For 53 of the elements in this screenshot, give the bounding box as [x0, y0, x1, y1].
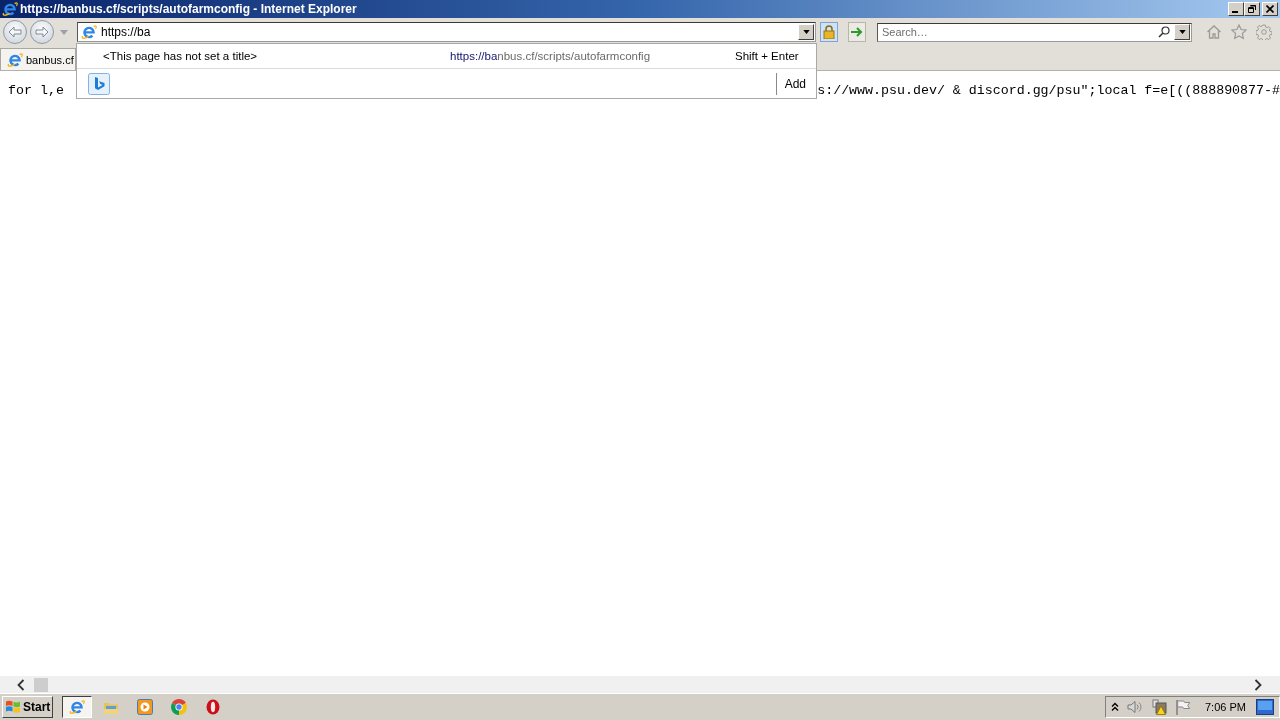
lock-button[interactable] — [820, 22, 838, 42]
address-bar[interactable]: https://ba — [77, 22, 816, 42]
restore-button[interactable] — [1244, 2, 1260, 16]
left-chevron-icon[interactable] — [17, 678, 25, 691]
padlock-icon — [823, 25, 835, 39]
home-icon[interactable] — [1206, 24, 1222, 40]
speaker-icon[interactable] — [1127, 699, 1143, 715]
caret-down-icon — [802, 30, 810, 34]
letter-e-icon — [81, 24, 97, 40]
scrollbar-thumb[interactable] — [34, 677, 48, 692]
start-button[interactable]: Start — [2, 696, 53, 718]
right-arrow-icon — [851, 27, 863, 37]
dropdown-button[interactable] — [798, 24, 814, 40]
letter-e-icon — [69, 699, 85, 715]
address-input[interactable]: https://ba — [97, 24, 798, 40]
flag-logo-icon — [5, 699, 21, 715]
circle-logo-icon — [171, 699, 187, 715]
letter-b-icon[interactable] — [88, 72, 110, 95]
taskbar-button[interactable] — [62, 696, 92, 718]
restore-icon — [1248, 5, 1256, 13]
right-chevron-icon[interactable] — [1254, 678, 1262, 691]
search-box[interactable]: Search… — [877, 22, 1192, 42]
caret-down-icon — [1178, 30, 1186, 34]
letter-o-icon — [205, 699, 221, 715]
code-text: s://www.psu.dev/ & discord.gg/psu";local f=e[((888890877-# — [817, 83, 1280, 99]
minimize-button[interactable] — [1228, 2, 1244, 16]
horizontal-scrollbar[interactable] — [0, 676, 1280, 693]
back-button[interactable] — [3, 20, 27, 44]
right-arrow-icon — [35, 26, 49, 38]
code-text: for l,e — [8, 83, 64, 99]
left-arrow-icon — [8, 26, 22, 38]
suggestion-title[interactable]: <This page has not set a title> — [103, 50, 450, 62]
shortcut-hint: Shift + Enter — [735, 50, 799, 62]
dropdown-button[interactable] — [1174, 24, 1190, 40]
monitor-icon[interactable] — [1255, 699, 1274, 715]
search-input[interactable]: Search… — [878, 24, 1158, 40]
letter-e-icon — [2, 1, 18, 17]
double-chevron-up-icon[interactable] — [1111, 702, 1119, 712]
close-icon — [1266, 5, 1274, 13]
clock[interactable]: 7:06 PM — [1205, 701, 1246, 713]
network-warning-icon[interactable] — [1151, 699, 1167, 715]
flag-icon[interactable] — [1175, 699, 1191, 715]
go-button[interactable] — [848, 22, 866, 42]
search-icon[interactable] — [1158, 26, 1170, 38]
window-title: https://banbus.cf/scripts/autofarmconfig - Internet Explorer — [20, 1, 357, 17]
close-button[interactable] — [1262, 2, 1278, 16]
play-icon — [137, 699, 153, 715]
add-button[interactable]: Add — [775, 72, 816, 95]
forward-button[interactable] — [30, 20, 54, 44]
browser-tab[interactable]: banbus.cf — [0, 48, 76, 70]
star-icon[interactable] — [1231, 24, 1247, 40]
suggestion-url[interactable]: https://banbus.cf/scripts/autofarmconfig — [450, 50, 735, 62]
letter-e-icon — [7, 51, 23, 68]
